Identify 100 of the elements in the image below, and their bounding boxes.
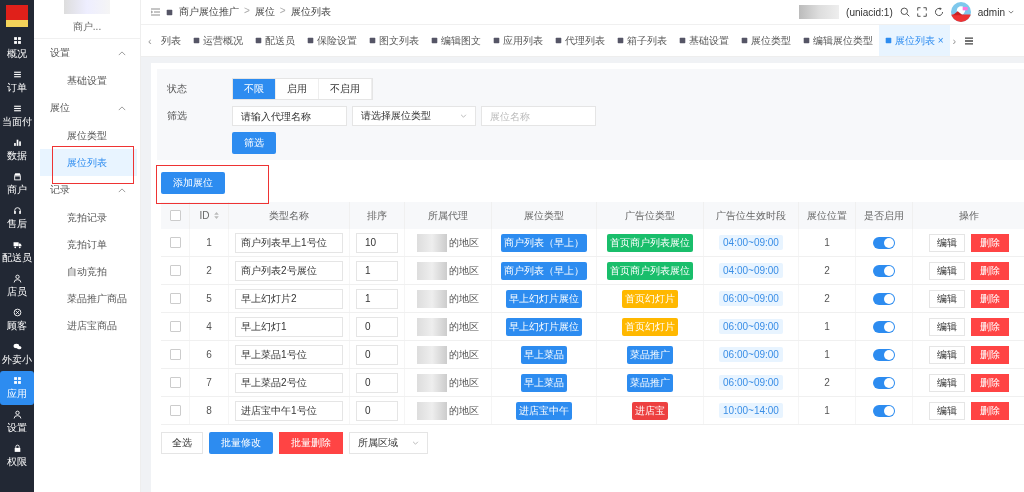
refresh-icon[interactable] — [933, 7, 944, 17]
nav-item[interactable]: 售后 — [0, 201, 34, 235]
sort-field[interactable]: 0 — [356, 344, 398, 365]
tab[interactable]: 基础设置 — [672, 25, 735, 56]
sidebar-item[interactable]: 进店宝商品 — [40, 312, 137, 339]
nav-item[interactable]: 外卖小 — [0, 337, 34, 371]
tab[interactable]: 展位类型 — [734, 25, 797, 56]
nav-item[interactable]: 商户 — [0, 167, 34, 201]
column-header: 是否启用 — [855, 202, 913, 229]
nav-item[interactable]: 店员 — [0, 269, 34, 303]
tab[interactable]: 编辑展位类型 — [796, 25, 879, 56]
edit-button[interactable]: 编辑 — [929, 261, 965, 280]
name-field[interactable]: 商户列表早上1号位 — [235, 232, 343, 253]
tab[interactable]: 运营概况 — [186, 25, 249, 56]
nav-item[interactable]: 订单 — [0, 65, 34, 99]
sidebar-item[interactable]: 菜品推广商品 — [40, 285, 137, 312]
edit-button[interactable]: 编辑 — [929, 345, 965, 364]
sort-field[interactable]: 0 — [356, 372, 398, 393]
toggle-switch[interactable] — [873, 236, 895, 249]
menu-group-header[interactable]: 设置 — [34, 39, 140, 67]
search-icon[interactable] — [899, 7, 910, 17]
menu-group-header[interactable]: 展位 — [34, 94, 140, 122]
checkbox[interactable] — [169, 405, 181, 417]
name-field[interactable]: 早上幻灯片2 — [235, 288, 343, 309]
sort-field[interactable]: 1 — [356, 260, 398, 281]
sort-icon[interactable] — [213, 212, 219, 219]
edit-button[interactable]: 编辑 — [929, 233, 965, 252]
menu-icon[interactable] — [965, 36, 974, 45]
breadcrumb-item[interactable]: 展位 — [254, 5, 275, 19]
nav-item[interactable]: 顾客 — [0, 303, 34, 337]
chat-icon — [12, 341, 22, 351]
breadcrumb-item[interactable]: 商户展位推广 — [179, 5, 239, 19]
menu-icon[interactable] — [151, 8, 160, 16]
tab[interactable]: 应用列表 — [486, 25, 549, 56]
nav-item[interactable]: 配送员 — [0, 235, 34, 269]
edit-button[interactable]: 编辑 — [929, 289, 965, 308]
toggle-switch[interactable] — [873, 292, 895, 305]
table-cell: 1 — [824, 405, 830, 416]
tag: 菜品推广 — [627, 373, 673, 392]
nav-item[interactable]: 设置 — [0, 405, 34, 439]
name-field[interactable]: 早上幻灯1 — [235, 316, 343, 337]
tab[interactable]: 列表 — [154, 25, 187, 56]
user-name[interactable]: admin — [977, 6, 1005, 18]
time-tag: 06:00~09:00 — [719, 347, 783, 362]
region-select[interactable]: 所属区域 — [349, 432, 428, 454]
edit-button[interactable]: 编辑 — [929, 317, 965, 336]
tag: 商户列表（早上） — [501, 233, 587, 252]
sidebar-item[interactable]: 竞拍记录 — [40, 204, 137, 231]
checkbox[interactable] — [169, 377, 181, 389]
fullscreen-icon[interactable] — [916, 7, 927, 17]
nav-item[interactable]: 权限 — [0, 439, 34, 473]
nav-item[interactable]: 概况 — [0, 31, 34, 65]
time-tag: 10:00~14:00 — [719, 403, 783, 418]
select-all-button[interactable]: 全选 — [161, 432, 203, 454]
redacted-block — [417, 345, 447, 364]
toggle-switch[interactable] — [873, 348, 895, 361]
nav-item[interactable]: 数据 — [0, 133, 34, 167]
table-cell: 5 — [206, 293, 212, 304]
sort-field[interactable]: 10 — [356, 232, 398, 253]
sort-field[interactable]: 1 — [356, 288, 398, 309]
toggle-switch[interactable] — [873, 264, 895, 277]
tab[interactable]: 图文列表 — [362, 25, 425, 56]
tab[interactable]: 保险设置 — [300, 25, 363, 56]
tab[interactable]: 箱子列表 — [610, 25, 673, 56]
sidebar-item[interactable]: 竞拍订单 — [40, 231, 137, 258]
toggle-switch[interactable] — [873, 376, 895, 389]
tag: 进店宝 — [632, 401, 668, 420]
sidebar-item[interactable]: 展位类型 — [40, 122, 137, 149]
input-field[interactable]: 展位名称 — [481, 106, 596, 126]
tab[interactable]: 代理列表 — [548, 25, 611, 56]
name-field[interactable]: 进店宝中午1号位 — [235, 400, 343, 421]
edit-button[interactable]: 编辑 — [929, 401, 965, 420]
page-icon — [616, 37, 624, 44]
checkbox[interactable] — [169, 210, 181, 222]
name-field[interactable]: 早上菜品2号位 — [235, 372, 343, 393]
checkbox[interactable] — [169, 265, 181, 277]
redacted-block — [417, 261, 447, 280]
toggle-switch[interactable] — [873, 320, 895, 333]
menu-group-header[interactable]: 记录 — [34, 176, 140, 204]
name-field[interactable]: 商户列表2号展位 — [235, 260, 343, 281]
checkbox[interactable] — [169, 349, 181, 361]
tab[interactable]: 编辑图文 — [424, 25, 487, 56]
sidebar-item[interactable]: 基础设置 — [40, 67, 137, 94]
name-field[interactable]: 早上菜品1号位 — [235, 344, 343, 365]
sidebar-item[interactable]: 自动竞拍 — [40, 258, 137, 285]
breadcrumb-item[interactable]: 展位列表 — [290, 5, 331, 19]
input-field[interactable]: 请输入代理名称 — [232, 106, 347, 126]
checkbox[interactable] — [169, 293, 181, 305]
nav-item[interactable]: 当面付 — [0, 99, 34, 133]
checkbox[interactable] — [169, 237, 181, 249]
tab[interactable]: 配送员 — [248, 25, 301, 56]
sort-field[interactable]: 0 — [356, 316, 398, 337]
edit-button[interactable]: 编辑 — [929, 373, 965, 392]
page-icon — [802, 37, 810, 44]
toggle-switch[interactable] — [873, 404, 895, 417]
truck-icon — [12, 239, 22, 249]
store-icon — [12, 171, 22, 181]
sort-field[interactable]: 0 — [356, 400, 398, 421]
select-field[interactable]: 请选择展位类型 — [352, 106, 476, 126]
checkbox[interactable] — [169, 321, 181, 333]
